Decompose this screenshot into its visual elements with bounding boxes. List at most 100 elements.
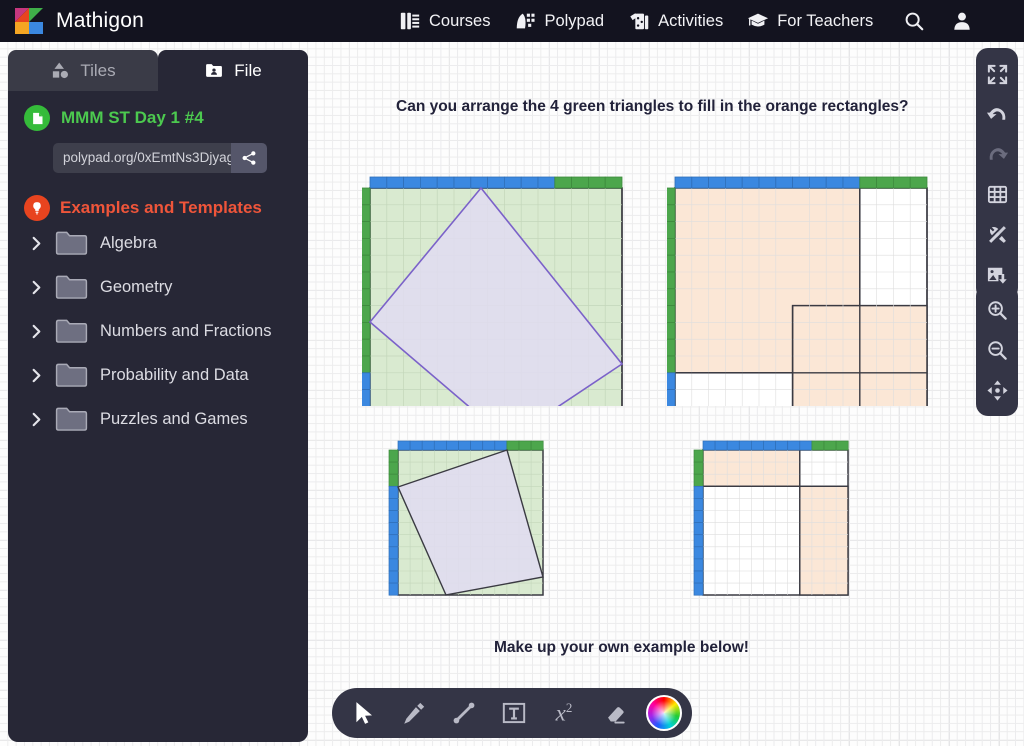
tools-button[interactable]	[976, 214, 1018, 254]
nav-item-polypad[interactable]: Polypad	[514, 10, 604, 32]
pen-tool[interactable]	[392, 691, 436, 735]
sidebar-item-label: Geometry	[100, 277, 173, 296]
sidebar-item-probability-and-data[interactable]: Probability and Data	[8, 353, 308, 397]
user-icon[interactable]	[951, 10, 973, 32]
sidebar-item-puzzles-and-games[interactable]: Puzzles and Games	[8, 397, 308, 441]
download-image-icon	[987, 267, 1007, 284]
color-picker[interactable]	[646, 695, 682, 731]
orange-square-body	[702, 449, 849, 596]
orange-square-body	[674, 187, 928, 406]
document-icon	[24, 105, 50, 131]
graduation-cap-icon	[748, 13, 769, 27]
share-url-field[interactable]: polypad.org/0xEmtNs3Djyag	[53, 143, 234, 173]
grid-icon	[987, 185, 1007, 203]
undo-icon	[986, 107, 1005, 120]
folder-icon	[55, 407, 88, 431]
examples-section-header[interactable]: Examples and Templates	[8, 173, 308, 221]
chevron-right-icon	[32, 412, 41, 426]
folder-icon	[55, 231, 88, 255]
nav-item-for-teachers[interactable]: For Teachers	[747, 10, 873, 32]
nav-item-activities[interactable]: Activities	[628, 10, 723, 32]
sidebar: Tiles File MMM ST Day 1 #4 polypad.org/0…	[8, 50, 308, 742]
text-box-icon	[502, 702, 526, 724]
right-toolbar-bottom	[976, 284, 1018, 416]
top-edge-tiles	[702, 440, 849, 451]
top-edge-tiles	[674, 176, 928, 189]
tab-label: Tiles	[80, 60, 116, 80]
activities-icon	[630, 13, 649, 30]
redo-button[interactable]	[976, 134, 1018, 174]
polypad-icon	[517, 13, 535, 29]
text-tool[interactable]	[492, 691, 536, 735]
sidebar-item-geometry[interactable]: Geometry	[8, 265, 308, 309]
shapes-icon	[53, 62, 69, 79]
left-edge-tiles	[693, 449, 704, 596]
pen-icon	[404, 702, 425, 724]
search-icon[interactable]	[903, 10, 925, 32]
nav-item-label: Courses	[429, 11, 491, 30]
equation-icon: x2	[555, 699, 573, 726]
equation-tool[interactable]: x2	[542, 691, 586, 735]
folder-list: Algebra Geometry Numbers and Fractions P…	[8, 221, 308, 441]
brand[interactable]: Mathigon	[0, 7, 144, 35]
bottom-toolbar: x2	[332, 688, 692, 738]
tools-icon	[988, 225, 1006, 243]
tab-tiles[interactable]: Tiles	[8, 50, 158, 91]
examples-section-title: Examples and Templates	[60, 198, 262, 217]
nav-item-courses[interactable]: Courses	[399, 10, 490, 32]
tab-file[interactable]: File	[158, 50, 308, 91]
move-arrows-icon	[986, 379, 1008, 401]
fullscreen-button[interactable]	[976, 54, 1018, 94]
sidebar-panel: MMM ST Day 1 #4 polypad.org/0xEmtNs3Djya…	[8, 91, 308, 742]
fullscreen-icon	[987, 64, 1007, 84]
figure-pythagoras-green-square-small[interactable]	[388, 432, 568, 612]
line-icon	[453, 702, 475, 724]
folder-icon	[55, 275, 88, 299]
nav-right-actions	[903, 10, 973, 32]
eraser-icon	[608, 707, 625, 724]
chevron-right-icon	[32, 280, 41, 294]
cursor-icon	[356, 702, 373, 724]
pan-button[interactable]	[976, 370, 1018, 410]
nav-links: Courses Polypad Activities For Teachers	[399, 10, 873, 32]
zoom-out-button[interactable]	[976, 330, 1018, 370]
nav-item-label: Polypad	[544, 11, 605, 30]
line-tool[interactable]	[442, 691, 486, 735]
left-edge-tiles	[667, 187, 676, 406]
sidebar-item-algebra[interactable]: Algebra	[8, 221, 308, 265]
chevron-right-icon	[32, 368, 41, 382]
share-button[interactable]	[231, 143, 267, 173]
sidebar-item-label: Algebra	[100, 233, 157, 252]
select-tool[interactable]	[342, 691, 386, 735]
redo-icon	[989, 147, 1008, 160]
nav-item-label: Activities	[658, 11, 724, 30]
nav-item-label: For Teachers	[777, 11, 874, 30]
top-navigation-bar: Mathigon Courses Polypad Activities For …	[0, 0, 1024, 42]
figure-orange-rectangles-large[interactable]	[667, 138, 935, 406]
file-card-icon	[206, 64, 223, 77]
mathigon-logo	[15, 8, 43, 34]
undo-button[interactable]	[976, 94, 1018, 134]
zoom-out-icon	[987, 340, 1007, 360]
sidebar-item-numbers-and-fractions[interactable]: Numbers and Fractions	[8, 309, 308, 353]
zoom-in-button[interactable]	[976, 290, 1018, 330]
document-row[interactable]: MMM ST Day 1 #4	[8, 105, 308, 131]
chevron-right-icon	[32, 324, 41, 338]
share-icon	[242, 151, 256, 165]
folder-icon	[55, 319, 88, 343]
brand-name: Mathigon	[56, 9, 144, 32]
courses-icon	[400, 12, 420, 30]
lightbulb-icon	[24, 195, 50, 221]
folder-icon	[55, 363, 88, 387]
sidebar-tabs: Tiles File	[8, 50, 308, 91]
eraser-tool[interactable]	[592, 691, 636, 735]
figure-pythagoras-green-square-large[interactable]	[362, 138, 630, 406]
prompt-top: Can you arrange the 4 green triangles to…	[396, 98, 909, 115]
document-title: MMM ST Day 1 #4	[61, 108, 204, 127]
polypad-app: Mathigon Courses Polypad Activities For …	[0, 0, 1024, 746]
grid-button[interactable]	[976, 174, 1018, 214]
share-url-row: polypad.org/0xEmtNs3Djyag	[53, 143, 308, 173]
top-edge-tiles	[369, 176, 623, 189]
chevron-right-icon	[32, 236, 41, 250]
figure-orange-rectangles-small[interactable]	[693, 432, 873, 612]
